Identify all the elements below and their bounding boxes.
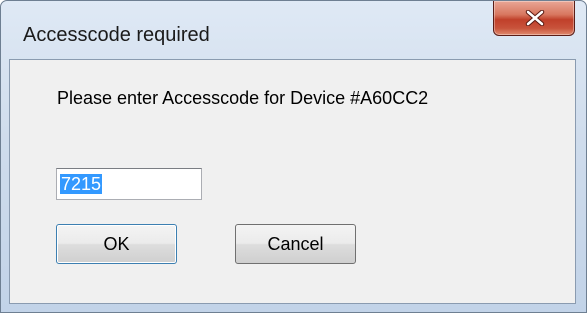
dialog-body: Please enter Accesscode for Device #A60C… <box>9 59 576 304</box>
cancel-button[interactable]: Cancel <box>235 224 356 264</box>
prompt-label: Please enter Accesscode for Device #A60C… <box>57 88 429 108</box>
window-title: Accesscode required <box>23 24 210 46</box>
accesscode-value: 7215 <box>60 174 103 194</box>
title-bar[interactable]: Accesscode required <box>1 1 586 59</box>
dialog-window: Accesscode required Please enter Accessc… <box>0 0 587 313</box>
close-button[interactable] <box>493 1 575 36</box>
ok-button[interactable]: OK <box>56 224 177 264</box>
accesscode-input[interactable]: 7215 <box>56 168 202 200</box>
close-x-icon <box>525 10 545 26</box>
